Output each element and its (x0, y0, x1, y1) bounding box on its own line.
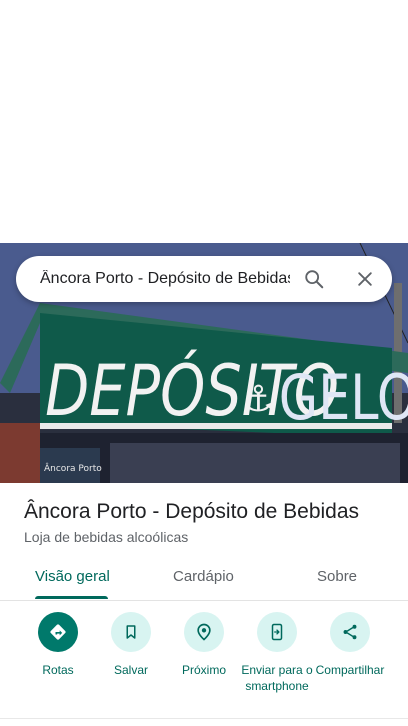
place-title: Âncora Porto - Depósito de Bebidas (24, 500, 360, 523)
save-circle (111, 612, 151, 652)
send-to-phone-label: Enviar para o smartphone (241, 663, 313, 693)
directions-circle (38, 612, 78, 652)
send-to-phone-circle (257, 612, 297, 652)
place-category[interactable]: Loja de bebidas alcoólicas (24, 529, 188, 545)
action-bar: Rotas Salvar Próximo Enviar para o smart… (0, 612, 408, 712)
tab-about[interactable]: Sobre (317, 568, 357, 585)
directions-label: Rotas (42, 663, 74, 677)
tab-bar: Visão geral Cardápio Sobre (0, 556, 408, 601)
bottom-divider (0, 718, 408, 719)
tab-active-indicator (35, 596, 108, 599)
directions-icon (50, 624, 66, 640)
share-circle (330, 612, 370, 652)
send-to-phone-icon (271, 623, 283, 641)
search-input[interactable]: Âncora Porto - Depósito de Bebidas (40, 270, 290, 288)
nearby-label: Próximo (181, 663, 226, 677)
search-button[interactable] (302, 267, 326, 291)
map-blank-area (0, 0, 408, 243)
close-button[interactable] (353, 267, 377, 291)
tab-overview[interactable]: Visão geral (35, 568, 110, 585)
nearby-icon (197, 623, 211, 641)
nearby-circle (184, 612, 224, 652)
bookmark-icon (126, 625, 136, 639)
store-sign-text: Âncora Porto (44, 462, 102, 474)
nearby-button[interactable]: Próximo (166, 612, 242, 678)
close-icon (358, 272, 372, 286)
anchor-icon: ⚓ (242, 379, 274, 420)
banner-text-right: GELO (279, 362, 408, 434)
share-button[interactable]: Compartilhar (312, 612, 388, 678)
send-to-phone-button[interactable]: Enviar para o smartphone (239, 612, 315, 694)
search-icon (305, 270, 324, 289)
share-label: Compartilhar (315, 663, 385, 677)
save-label: Salvar (113, 663, 148, 677)
share-icon (343, 624, 357, 640)
directions-button[interactable]: Rotas (20, 612, 96, 678)
tab-menu[interactable]: Cardápio (173, 568, 234, 585)
search-bar[interactable]: Âncora Porto - Depósito de Bebidas (16, 256, 392, 302)
save-button[interactable]: Salvar (93, 612, 169, 678)
